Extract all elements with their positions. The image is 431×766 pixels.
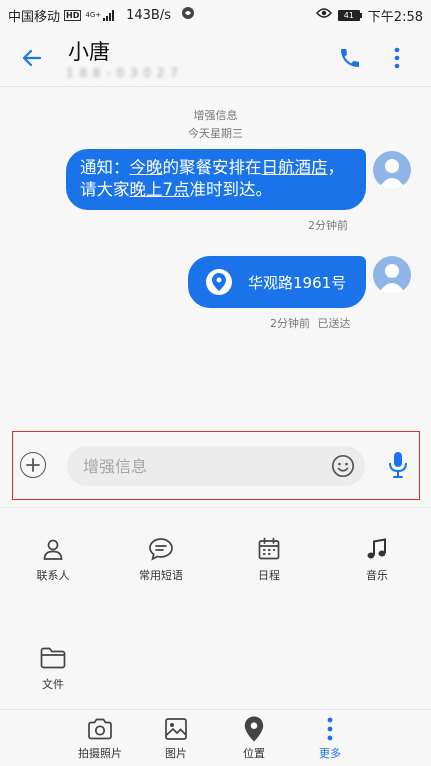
attach-phrases-button[interactable]: 常用短语	[121, 535, 201, 583]
delivery-status: 已送达	[317, 317, 351, 330]
date-separator: 今天星期三	[188, 127, 243, 140]
eye-comfort-icon	[315, 7, 332, 23]
attach-calendar-button[interactable]: 日程	[229, 535, 309, 583]
contact-number: 1 8 8 - 0 3 0 2 7	[66, 66, 179, 80]
tab-camera[interactable]: 拍摄照片	[70, 716, 130, 761]
user-avatar-icon	[378, 264, 406, 294]
panel-divider	[0, 507, 431, 508]
more-dots-icon	[300, 716, 360, 742]
composer-highlight-box	[12, 431, 420, 500]
time-link[interactable]: 今晚	[130, 158, 163, 177]
time-link[interactable]: 晚上7点	[130, 180, 190, 199]
user-avatar-icon	[378, 159, 406, 189]
image-icon	[146, 716, 206, 742]
calendar-icon	[229, 535, 309, 563]
location-bubble[interactable]: 华观路1961号	[188, 256, 366, 308]
more-vertical-icon	[394, 47, 400, 69]
speed-label: 143B/s	[126, 7, 171, 23]
battery-level: 41	[337, 9, 360, 21]
contact-icon	[13, 535, 93, 563]
message-time: 2分钟前	[308, 219, 348, 232]
attach-item-label: 文件	[42, 678, 64, 691]
attach-music-button[interactable]: 音乐	[337, 535, 417, 583]
message-text: 通知：	[80, 158, 130, 177]
hd-icon: HD	[64, 9, 82, 21]
music-icon	[337, 535, 417, 563]
attach-file-button[interactable]: 文件	[13, 644, 93, 692]
status-right: 41 下午2:58	[315, 6, 423, 25]
location-pin-icon	[206, 269, 232, 295]
location-address: 华观路1961号	[248, 273, 347, 292]
conversation-type-label: 增强信息	[193, 109, 238, 122]
signal-icon	[103, 9, 115, 21]
notification-icon	[181, 6, 195, 24]
message-list[interactable]: 增强信息 今天星期三 通知：今晚的聚餐安排在日航酒店，请大家晚上7点准时到达。 …	[0, 87, 431, 420]
phrases-icon	[121, 535, 201, 563]
camera-icon	[70, 716, 130, 742]
call-button[interactable]	[334, 42, 366, 74]
carrier-label: 中国移动	[8, 9, 61, 25]
tabs-divider	[0, 709, 431, 710]
clock: 下午2:58	[367, 9, 423, 25]
tab-label: 更多	[319, 747, 341, 760]
attach-item-label: 常用短语	[139, 569, 183, 582]
message-time: 2分钟前 已送达	[270, 315, 351, 331]
tab-location[interactable]: 位置	[224, 716, 284, 761]
phone-icon	[341, 49, 359, 67]
tab-label: 图片	[165, 747, 187, 760]
contact-name: 小唐	[68, 40, 110, 64]
conversation-header: 小唐 1 8 8 - 0 3 0 2 7	[0, 30, 431, 86]
attach-contact-button[interactable]: 联系人	[13, 535, 93, 583]
network-label: 4G+	[85, 11, 102, 19]
message-time-value: 2分钟前	[270, 317, 310, 330]
attach-item-label: 联系人	[36, 569, 70, 582]
avatar[interactable]	[373, 256, 411, 294]
battery-icon: 41	[337, 9, 362, 21]
avatar[interactable]	[373, 151, 411, 189]
location-icon	[224, 716, 284, 742]
message-text: 准时到达。	[189, 180, 273, 199]
more-options-button[interactable]	[383, 42, 411, 74]
place-link[interactable]: 日航酒店	[262, 158, 328, 177]
back-arrow-icon	[22, 49, 42, 67]
message-text: 的聚餐安排在	[162, 158, 262, 177]
tab-more[interactable]: 更多	[300, 716, 360, 761]
status-left: 中国移动 HD 4G+ 143B/s	[8, 6, 195, 25]
status-bar: 中国移动 HD 4G+ 143B/s 41 下午2:58	[0, 0, 431, 30]
folder-icon	[13, 644, 93, 672]
message-bubble[interactable]: 通知：今晚的聚餐安排在日航酒店，请大家晚上7点准时到达。	[66, 149, 366, 210]
tab-image[interactable]: 图片	[146, 716, 206, 761]
back-button[interactable]	[16, 42, 48, 74]
attach-item-label: 日程	[258, 569, 280, 582]
tab-label: 位置	[243, 747, 265, 760]
attach-item-label: 音乐	[366, 569, 388, 582]
tab-label: 拍摄照片	[78, 747, 122, 760]
